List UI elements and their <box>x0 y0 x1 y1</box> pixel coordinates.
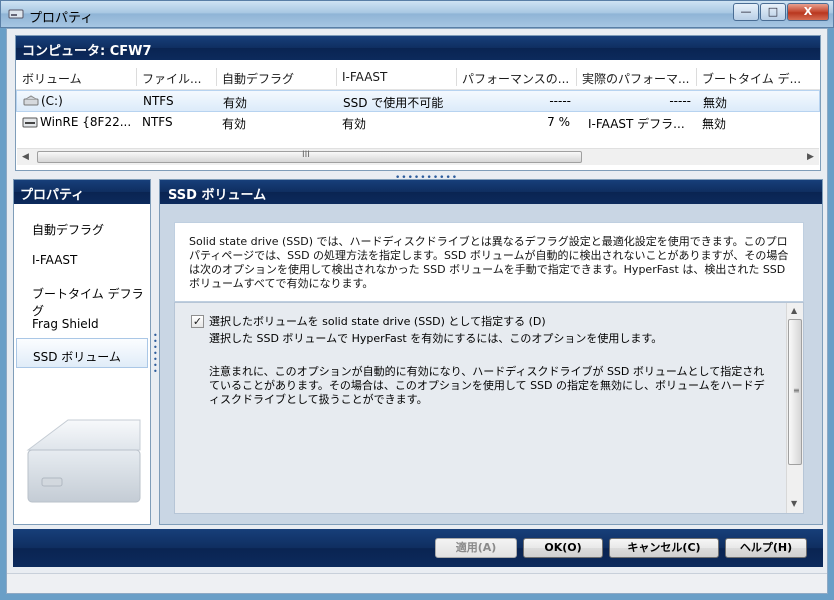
volume-autodefrag: 有効 <box>223 96 248 110</box>
apply-button[interactable]: 適用(A) <box>435 538 517 558</box>
volume-performance: 7 % <box>547 115 570 129</box>
scroll-right-icon[interactable]: ▶ <box>807 152 814 162</box>
volume-table-header: ボリューム ファイル... 自動デフラグ I-FAAST パフォーマンスの...… <box>16 66 820 90</box>
scroll-grip-icon: ≡ <box>793 386 800 395</box>
scroll-grip-icon: III <box>302 150 310 160</box>
nav-item-ssd-volume[interactable]: SSD ボリューム <box>16 338 148 368</box>
volume-boottime: 無効 <box>702 117 727 131</box>
vertical-splitter[interactable]: • • • • • • • <box>153 332 158 376</box>
volume-actual-performance: ----- <box>669 94 691 108</box>
volume-row[interactable]: (C:) NTFS 有効 SSD で使用不可能 ----- ----- 無効 <box>16 90 820 112</box>
scroll-down-icon[interactable]: ▼ <box>791 499 797 508</box>
computer-header: コンピュータ: CFW7 <box>16 36 820 60</box>
column-header-volume[interactable]: ボリューム <box>22 70 137 87</box>
minimize-button[interactable]: — <box>733 3 759 21</box>
ok-button[interactable]: OK(O) <box>523 538 603 558</box>
nav-item-frag-shield[interactable]: Frag Shield <box>16 308 148 338</box>
nav-item-boottime-defrag[interactable]: ブートタイム デフラグ <box>16 276 148 318</box>
volume-ifaast: SSD で使用不可能 <box>343 96 444 110</box>
volume-filesystem: NTFS <box>142 115 173 129</box>
volume-actual-performance: I-FAAST デフラ... <box>588 117 685 131</box>
hard-drive-illustration-icon <box>26 419 141 503</box>
vertical-scroll-thumb[interactable]: ≡ <box>788 319 802 465</box>
nav-item-ifaast[interactable]: I-FAAST <box>16 244 148 274</box>
volume-name: (C:) <box>41 94 63 108</box>
column-header-boottime[interactable]: ブートタイム デ... <box>702 70 818 87</box>
nav-header: プロパティ <box>14 180 150 204</box>
properties-nav: プロパティ 自動デフラグ I-FAAST ブートタイム デフラグ Frag Sh… <box>13 179 151 525</box>
vertical-scrollbar[interactable]: ▲ ≡ ▼ <box>786 303 803 513</box>
column-header-actual-performance[interactable]: 実際のパフォーマ... <box>582 70 696 87</box>
ssd-designate-checkbox[interactable]: ✓ <box>191 315 204 328</box>
computer-panel: コンピュータ: CFW7 ボリューム ファイル... 自動デフラグ I-FAAS… <box>15 35 821 171</box>
window-title: プロパティ <box>29 11 94 26</box>
column-header-ifaast[interactable]: I-FAAST <box>342 70 456 84</box>
scroll-left-icon[interactable]: ◀ <box>22 152 29 162</box>
volume-filesystem: NTFS <box>143 94 174 108</box>
volume-performance: ----- <box>549 94 571 108</box>
dialog-button-bar: 適用(A) OK(O) キャンセル(C) ヘルプ(H) <box>13 529 823 567</box>
ssd-volume-page: SSD ボリューム Solid state drive (SSD) では、ハード… <box>159 179 823 525</box>
page-description: Solid state drive (SSD) では、ハードディスクドライブとは… <box>174 222 804 302</box>
ssd-designate-note: 注意まれに、このオプションが自動的に有効になり、ハードディスクドライブが SSD… <box>209 365 765 406</box>
options-area: ✓ 選択したボリュームを solid state drive (SSD) として… <box>174 302 804 514</box>
volume-ifaast: 有効 <box>342 117 367 131</box>
cancel-button[interactable]: キャンセル(C) <box>609 538 719 558</box>
maximize-button[interactable]: □ <box>760 3 786 21</box>
scroll-up-icon[interactable]: ▲ <box>791 306 797 315</box>
window-titlebar[interactable]: プロパティ — □ X <box>0 0 834 28</box>
drive-app-icon <box>8 9 24 19</box>
ssd-designate-subtext: 選択した SSD ボリュームで HyperFast を有効にするには、このオプシ… <box>209 332 663 345</box>
window-frame: コンピュータ: CFW7 ボリューム ファイル... 自動デフラグ I-FAAS… <box>6 28 828 594</box>
close-button[interactable]: X <box>787 3 829 21</box>
column-header-performance[interactable]: パフォーマンスの... <box>462 70 576 87</box>
status-bar <box>7 573 827 593</box>
volume-table: ボリューム ファイル... 自動デフラグ I-FAAST パフォーマンスの...… <box>16 66 820 134</box>
nav-item-autodefrag[interactable]: 自動デフラグ <box>16 212 148 242</box>
volume-name: WinRE {8F22... <box>40 115 132 129</box>
help-button[interactable]: ヘルプ(H) <box>725 538 807 558</box>
hard-drive-icon <box>22 117 38 128</box>
column-header-autodefrag[interactable]: 自動デフラグ <box>222 70 336 87</box>
horizontal-scrollbar[interactable]: ◀ III ▶ <box>17 148 819 165</box>
volume-autodefrag: 有効 <box>222 117 247 131</box>
horizontal-scroll-thumb[interactable]: III <box>37 150 582 163</box>
column-header-filesystem[interactable]: ファイル... <box>142 70 216 87</box>
volume-row[interactable]: WinRE {8F22... NTFS 有効 有効 7 % I-FAAST デフ… <box>16 112 820 134</box>
volume-boottime: 無効 <box>703 96 728 110</box>
ssd-designate-label[interactable]: 選択したボリュームを solid state drive (SSD) として指定… <box>209 313 546 329</box>
ssd-drive-icon <box>23 95 39 106</box>
page-title: SSD ボリューム <box>160 180 822 204</box>
